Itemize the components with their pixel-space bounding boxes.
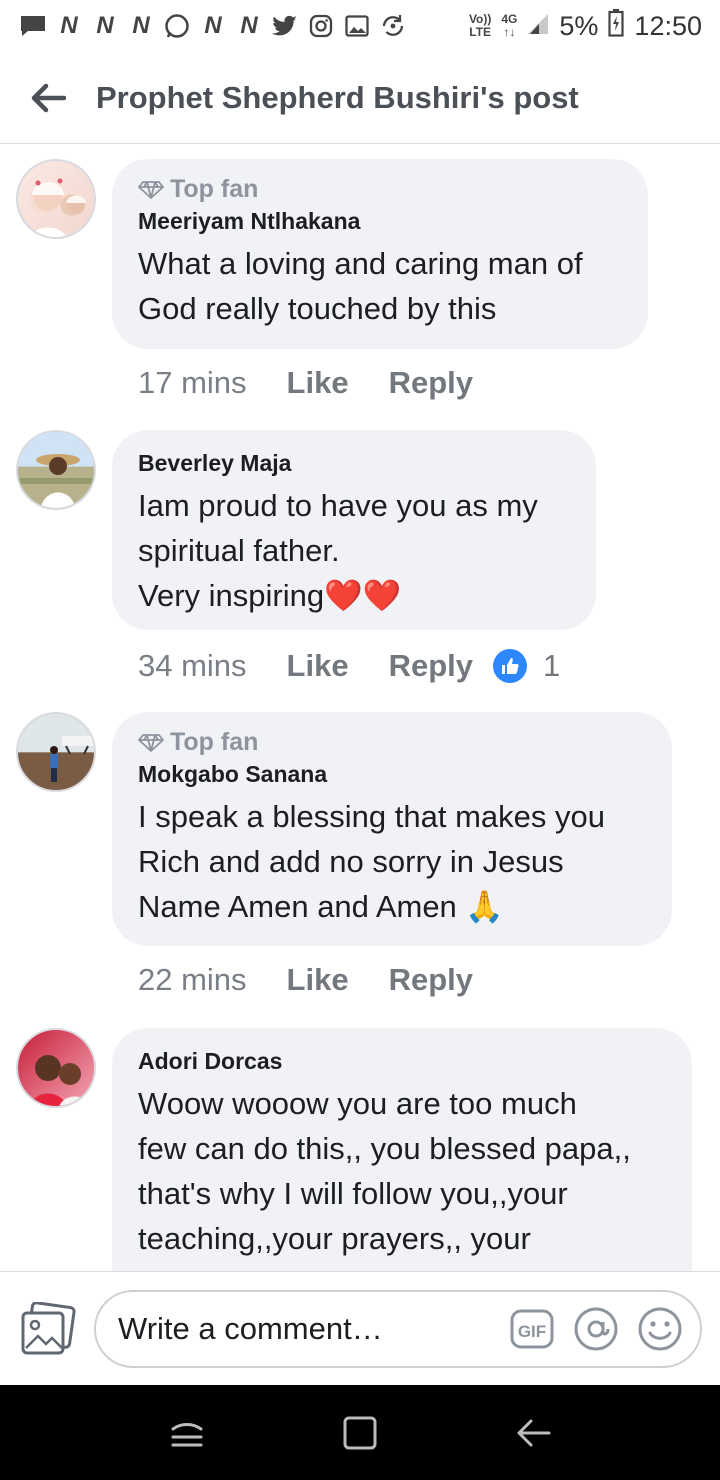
recent-apps-button[interactable] [157,1403,217,1463]
profile-photo-icon [29,178,86,237]
emoji-button[interactable] [638,1307,682,1351]
network-type-indicator: 4G ↑↓ [501,12,518,39]
heart-emoji: ❤️❤️ [324,578,402,613]
back-arrow-icon [31,83,66,112]
gallery-icon [342,13,372,39]
commenter-name[interactable]: Meeriyam Ntlhakana [138,208,622,235]
notification-icons: N N N N N [18,12,408,39]
back-button[interactable] [0,52,96,144]
comment-text: Woow wooow you are too much few can do t… [138,1086,631,1256]
diamond-icon [138,180,164,199]
commenter-name[interactable]: Adori Dorcas [138,1048,666,1075]
twitter-icon [270,13,300,39]
back-arrow-icon [517,1419,551,1446]
comment-actions: 22 mins Like Reply [138,962,513,998]
gif-label: GIF [518,1322,546,1341]
comment-field[interactable]: GIF [94,1290,702,1368]
reply-button[interactable]: Reply [389,962,473,998]
clock: 12:50 [634,10,702,41]
sync-icon [378,13,408,39]
mention-button[interactable] [574,1307,618,1351]
comment-actions: 34 mins Like Reply 1 [138,648,560,684]
post-header: Prophet Shepherd Bushiri's post [0,52,720,144]
volte-indicator: Vo)) LTE [468,12,492,39]
comment-list[interactable]: Top fan Meeriyam Ntlhakana What a loving… [0,145,720,1271]
comment-text: Iam proud to have you as my spiritual fa… [138,488,538,613]
avatar[interactable] [16,1028,96,1108]
reply-button[interactable]: Reply [389,365,473,401]
comment-timestamp[interactable]: 22 mins [138,962,247,998]
avatar[interactable] [16,159,96,239]
praying-hands-emoji: 🙏 [465,889,505,924]
comment-composer: GIF [0,1271,720,1385]
smiley-icon [638,1307,682,1351]
system-nav-bar [0,1385,720,1480]
page-title: Prophet Shepherd Bushiri's post [96,79,579,115]
comment-input[interactable] [118,1311,498,1347]
status-indicators: Vo)) LTE 4G ↑↓ 5% 12:50 [468,8,702,44]
system-back-button[interactable] [503,1403,563,1463]
signal-icon [527,11,549,42]
message-icon [18,13,48,39]
photo-button[interactable] [20,1301,76,1358]
commenter-name[interactable]: Beverley Maja [138,450,570,477]
profile-photo-icon [18,454,94,508]
comment-timestamp[interactable]: 34 mins [138,648,247,684]
app-n-icon: N [240,12,258,39]
top-fan-badge: Top fan [138,728,646,757]
comment-bubble[interactable]: Adori Dorcas Woow wooow you are too much… [112,1028,692,1271]
status-bar: N N N N N Vo)) LTE 4G ↑↓ 5% 12:50 [0,0,720,52]
avatar[interactable] [16,712,96,792]
gif-icon: GIF [510,1309,554,1349]
composer-actions: GIF [510,1292,682,1366]
comment-bubble[interactable]: Top fan Meeriyam Ntlhakana What a loving… [112,159,648,349]
reaction-count[interactable]: 1 [543,648,560,684]
instagram-icon [306,13,336,39]
battery-percent: 5% [559,10,599,41]
at-sign-icon [574,1307,618,1351]
comment-actions: 17 mins Like Reply [138,365,513,401]
comment-bubble[interactable]: Top fan Mokgabo Sanana I speak a blessin… [112,712,672,946]
battery-icon [608,8,625,44]
commenter-name[interactable]: Mokgabo Sanana [138,761,646,788]
comment-text: What a loving and caring man of God real… [138,246,583,326]
profile-photo-icon [50,736,94,782]
home-button[interactable] [330,1403,390,1463]
like-button[interactable]: Like [287,648,349,684]
like-reaction-icon[interactable] [493,649,527,683]
like-button[interactable]: Like [287,365,349,401]
top-fan-badge: Top fan [138,175,622,204]
recent-apps-icon [171,1422,203,1446]
comment-timestamp[interactable]: 17 mins [138,365,247,401]
comment-text: I speak a blessing that makes you Rich a… [138,799,605,924]
app-n-icon: N [204,12,222,39]
app-n-icon: N [60,12,78,39]
reply-button[interactable]: Reply [389,648,473,684]
avatar[interactable] [16,430,96,510]
comment-bubble[interactable]: Beverley Maja Iam proud to have you as m… [112,430,596,630]
app-n-icon: N [132,12,150,39]
gif-button[interactable]: GIF [510,1307,554,1351]
diamond-icon [138,733,164,752]
app-n-icon: N [96,12,114,39]
photo-icon [21,1301,76,1355]
profile-photo-icon [29,1055,91,1106]
whatsapp-icon [162,13,192,39]
home-square-icon [343,1416,377,1449]
like-button[interactable]: Like [287,962,349,998]
